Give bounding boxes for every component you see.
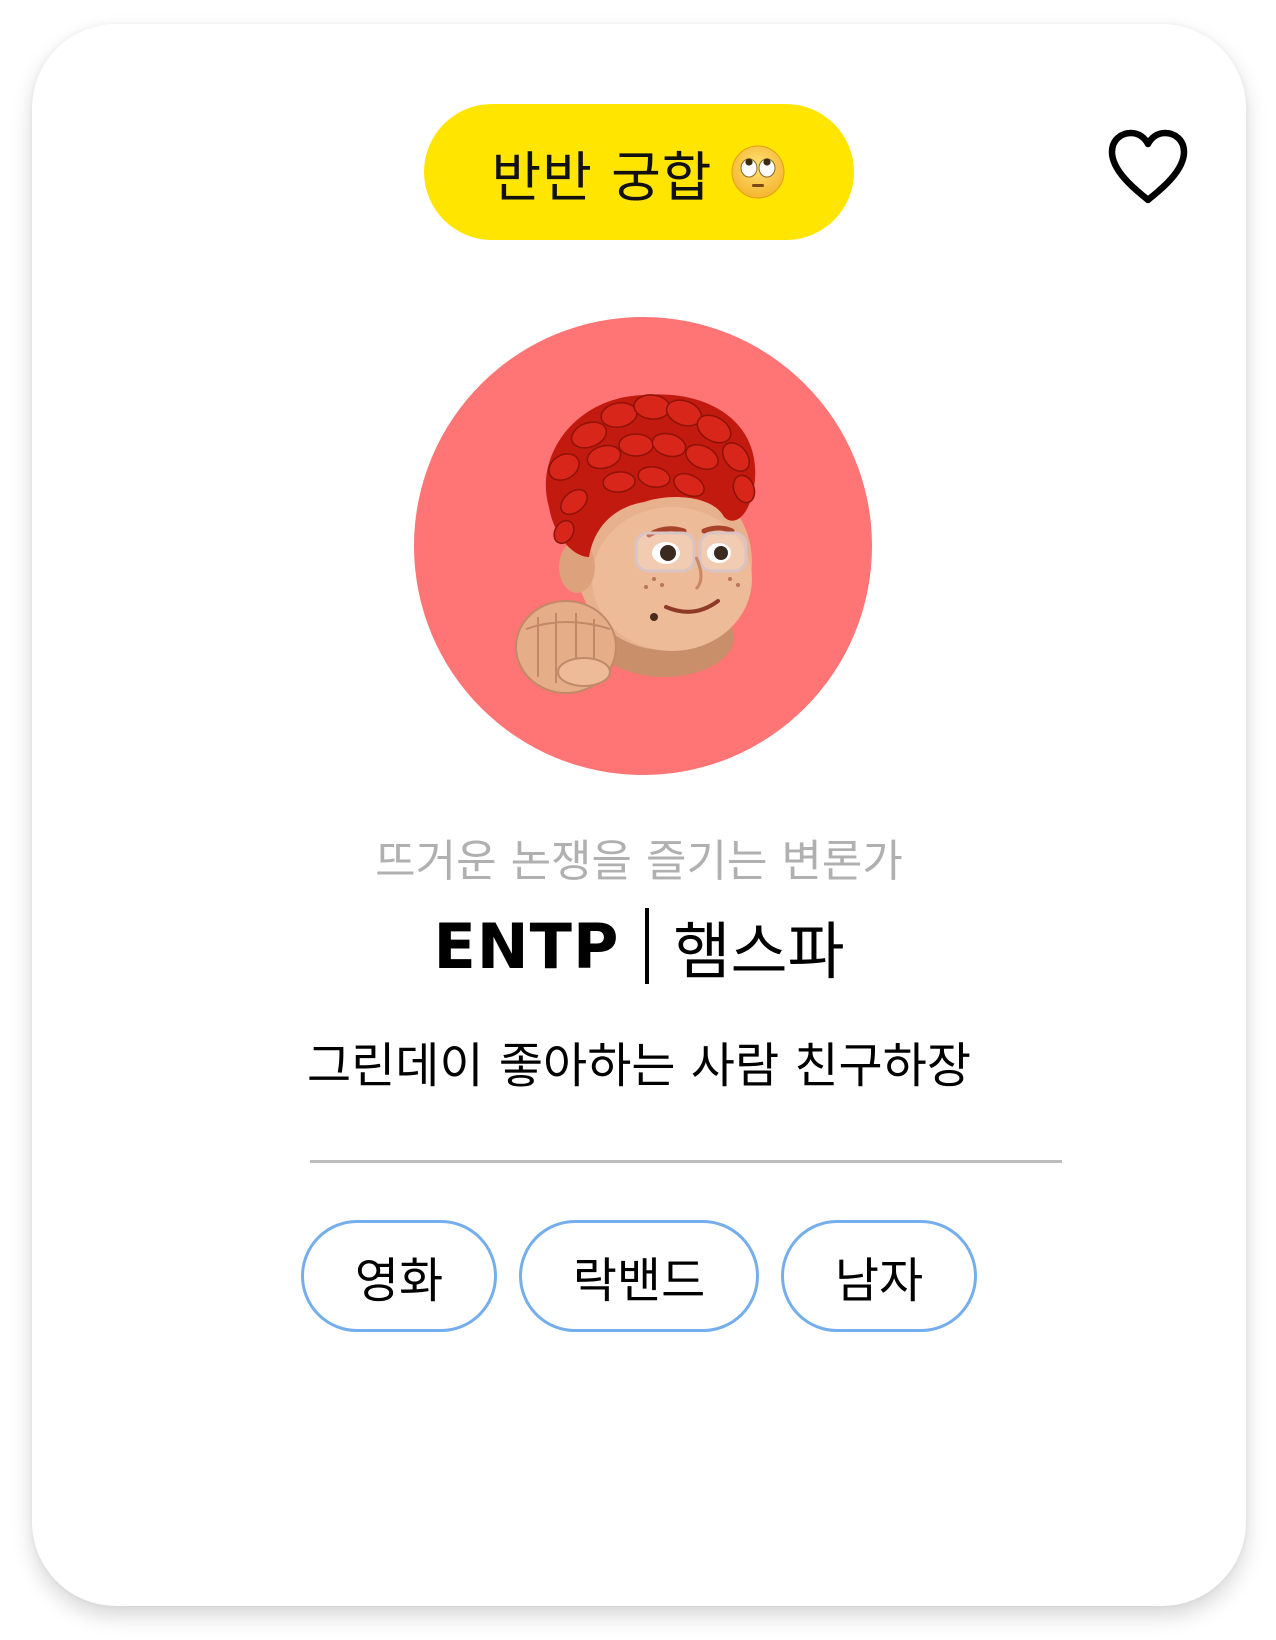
type-line: ENTP 햄스파 [32,904,1246,988]
vertical-divider [645,908,650,984]
profile-card: 반반 궁합 뜨거운 논쟁을 즐기는 변론가 ENTP 햄스파 그린데이 좋아하는… [32,24,1246,1606]
interest-chip[interactable]: 락밴드 [519,1220,759,1332]
eye-roll-face-icon [730,144,786,200]
interest-chip[interactable]: 영화 [301,1220,497,1332]
mbti-type: ENTP [433,909,620,983]
interest-chips: 영화 락밴드 남자 [32,1220,1246,1332]
personality-tagline: 뜨거운 논쟁을 즐기는 변론가 [375,836,903,887]
favorite-heart-icon[interactable] [1104,128,1192,208]
compatibility-label: 반반 궁합 [491,145,713,209]
interest-chip[interactable]: 남자 [781,1220,977,1332]
memoji-avatar-icon [414,317,872,775]
compatibility-badge[interactable]: 반반 궁합 [424,104,854,240]
team-name: 햄스파 [673,915,845,988]
section-divider [310,1160,1062,1163]
profile-bio: 그린데이 좋아하는 사람 친구하장 [306,1038,971,1094]
